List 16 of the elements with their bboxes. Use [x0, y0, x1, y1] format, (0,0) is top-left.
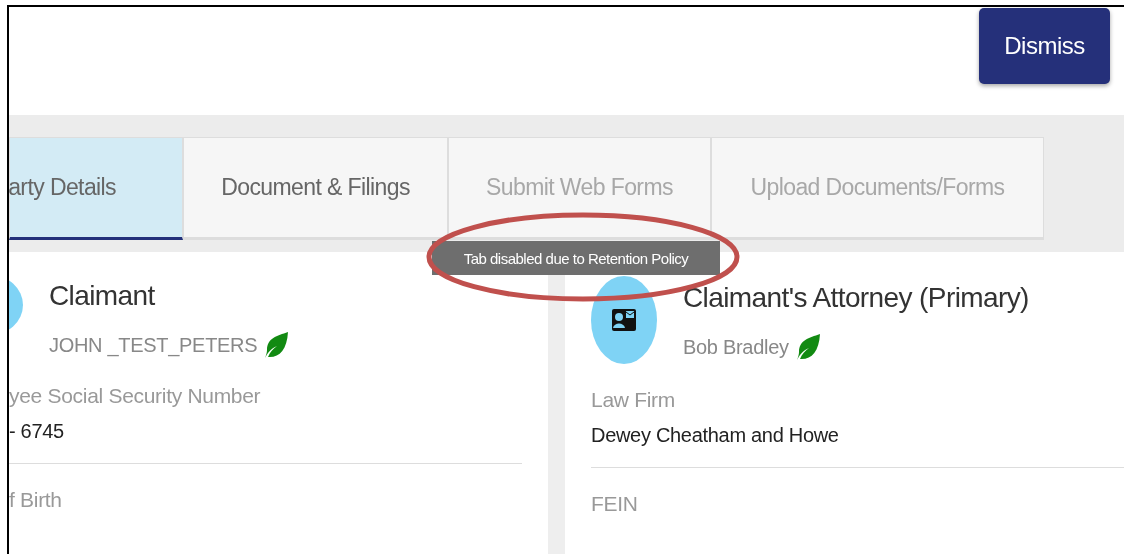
dismiss-button[interactable]: Dismiss: [979, 8, 1110, 84]
field-label: FEIN: [591, 492, 639, 516]
field-label: f Birth: [9, 488, 63, 512]
card-title: Claimant's Attorney (Primary): [683, 282, 1029, 314]
field-label: Law Firm: [591, 388, 676, 412]
tab[interactable]: Document & Filings: [183, 137, 448, 240]
card-title: Claimant: [49, 280, 156, 312]
leaf-icon: [263, 330, 290, 360]
party-name: Bob Bradley: [683, 335, 789, 359]
tab[interactable]: arty Details: [9, 137, 183, 240]
contact-card-icon: [611, 307, 637, 333]
field-label: yee Social Security Number: [9, 384, 262, 408]
field-value: - 6745: [9, 420, 65, 443]
party-name: JOHN _TEST_PETERS: [49, 333, 258, 357]
tooltip: Tab disabled due to Retention Policy: [432, 241, 720, 275]
field-value: Dewey Cheatham and Howe: [591, 424, 840, 447]
